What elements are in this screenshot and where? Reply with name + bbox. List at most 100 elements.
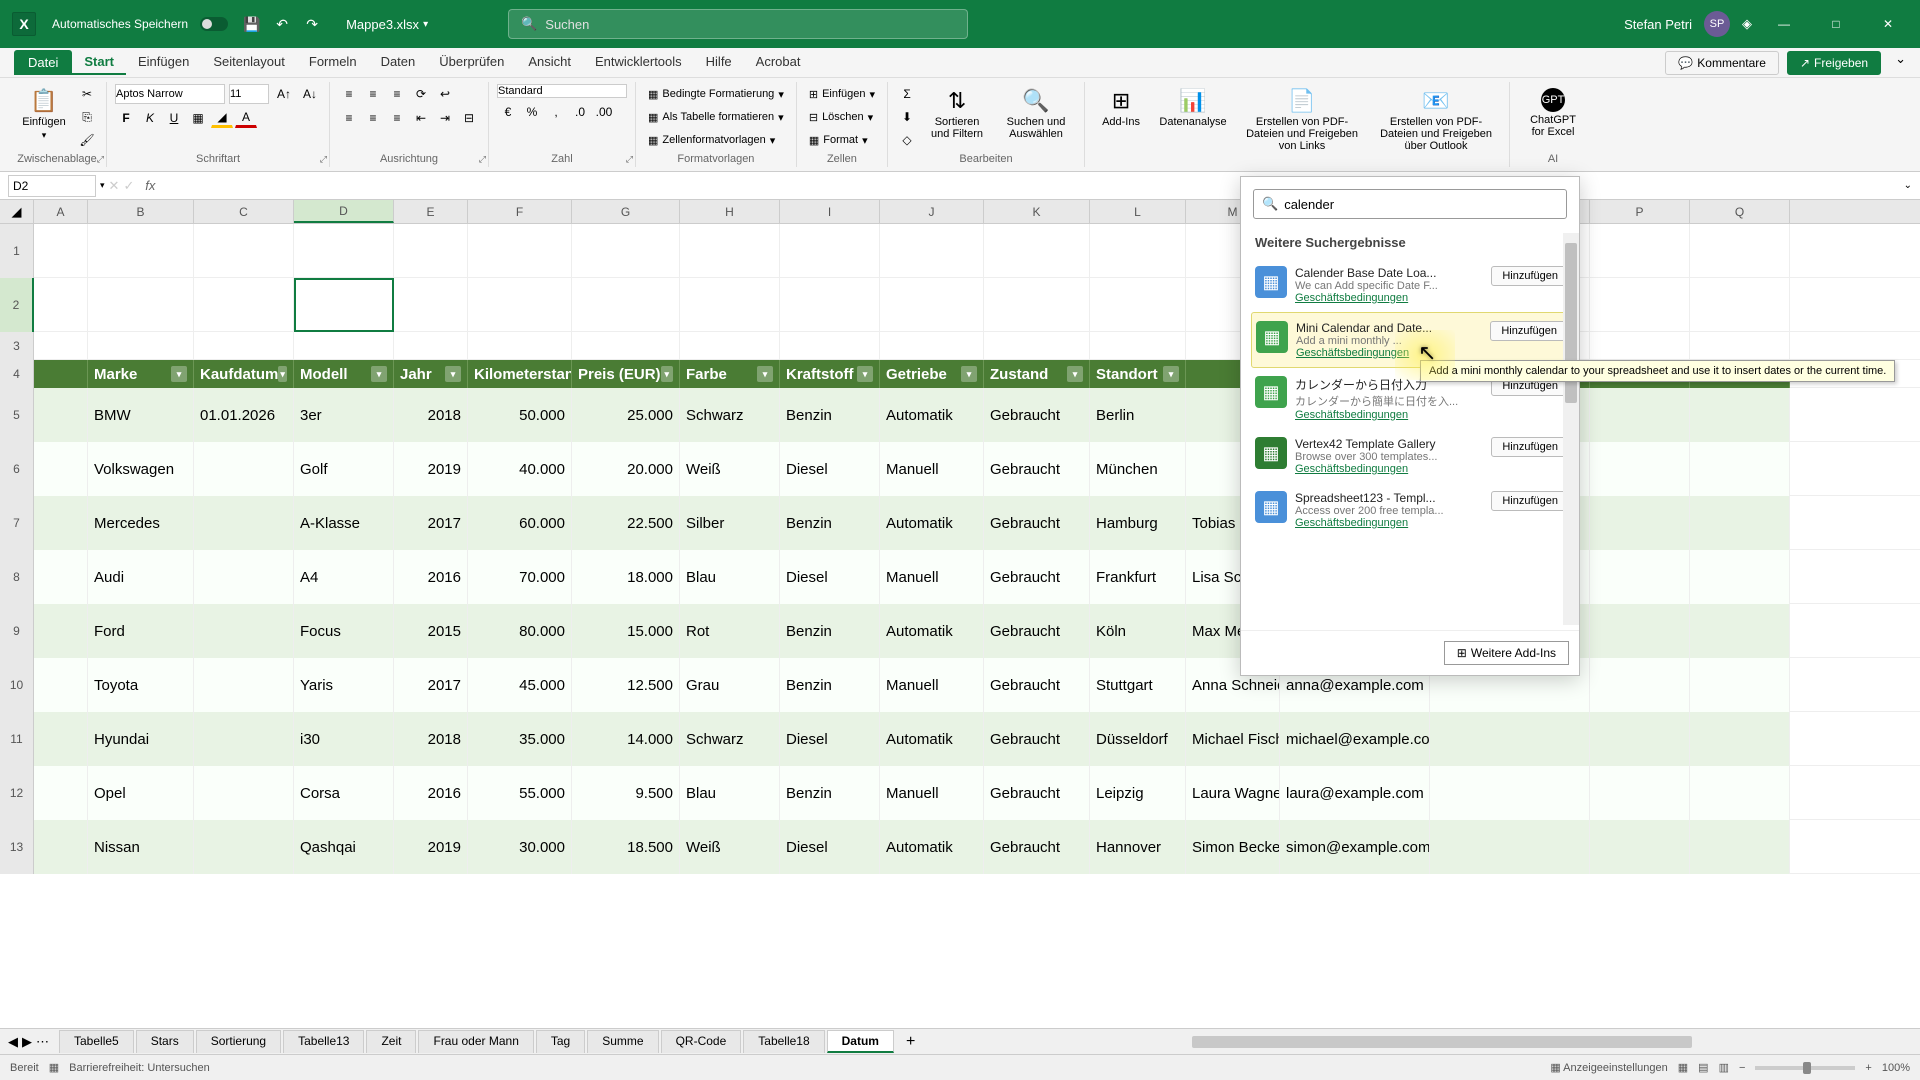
autosave-toggle[interactable]	[200, 17, 228, 31]
cell-F12[interactable]: 55.000	[468, 766, 572, 820]
cell-F9[interactable]: 80.000	[468, 604, 572, 658]
autosum-icon[interactable]: Σ	[896, 84, 918, 104]
filename[interactable]: Mappe3.xlsx	[346, 17, 419, 32]
align-bottom-icon[interactable]: ≡	[386, 84, 408, 104]
align-center-icon[interactable]: ≡	[362, 108, 384, 128]
cell-L3[interactable]	[1090, 332, 1186, 360]
cell-D6[interactable]: Golf	[294, 442, 394, 496]
cell-I10[interactable]: Benzin	[780, 658, 880, 712]
cell-L6[interactable]: München	[1090, 442, 1186, 496]
cell-C2[interactable]	[194, 278, 294, 332]
cell-B5[interactable]: BMW	[88, 388, 194, 442]
cell-Q1[interactable]	[1690, 224, 1790, 278]
cell-L5[interactable]: Berlin	[1090, 388, 1186, 442]
cell-K4[interactable]: Zustand▾	[984, 360, 1090, 388]
cell-I8[interactable]: Diesel	[780, 550, 880, 604]
cell-E5[interactable]: 2018	[394, 388, 468, 442]
sort-filter-button[interactable]: ⇅Sortieren und Filtern	[922, 84, 992, 144]
col-header-D[interactable]: D	[294, 200, 394, 223]
cell-I5[interactable]: Benzin	[780, 388, 880, 442]
cell-Q6[interactable]	[1690, 442, 1790, 496]
align-top-icon[interactable]: ≡	[338, 84, 360, 104]
cell-A4[interactable]	[34, 360, 88, 388]
row-header-7[interactable]: 7	[0, 496, 34, 550]
menu-formeln[interactable]: Formeln	[297, 50, 369, 75]
row-header-13[interactable]: 13	[0, 820, 34, 874]
sheet-tab-stars[interactable]: Stars	[136, 1030, 194, 1053]
cell-L1[interactable]	[1090, 224, 1186, 278]
cell-E7[interactable]: 2017	[394, 496, 468, 550]
cell-E10[interactable]: 2017	[394, 658, 468, 712]
cell-L8[interactable]: Frankfurt	[1090, 550, 1186, 604]
row-header-10[interactable]: 10	[0, 658, 34, 712]
cell-G6[interactable]: 20.000	[572, 442, 680, 496]
cell-D5[interactable]: 3er	[294, 388, 394, 442]
cell-H13[interactable]: Weiß	[680, 820, 780, 874]
filter-chevron-icon[interactable]: ▾	[1163, 366, 1179, 382]
cell-P6[interactable]	[1590, 442, 1690, 496]
cell-H10[interactable]: Grau	[680, 658, 780, 712]
cell-L9[interactable]: Köln	[1090, 604, 1186, 658]
view-layout-icon[interactable]: ▤	[1698, 1061, 1708, 1074]
addin-terms-link[interactable]: Geschäftsbedingungen	[1296, 347, 1482, 359]
col-header-A[interactable]: A	[34, 200, 88, 223]
cell-C1[interactable]	[194, 224, 294, 278]
sheet-next-icon[interactable]: ▶	[22, 1034, 32, 1050]
cell-B2[interactable]	[88, 278, 194, 332]
cell-A5[interactable]	[34, 388, 88, 442]
cell-J2[interactable]	[880, 278, 984, 332]
cell-O12[interactable]	[1430, 766, 1590, 820]
namebox-dropdown-icon[interactable]: ▾	[100, 180, 105, 191]
cell-C12[interactable]	[194, 766, 294, 820]
cell-L10[interactable]: Stuttgart	[1090, 658, 1186, 712]
formula-expand-icon[interactable]: ⌄	[1904, 180, 1912, 191]
cell-P13[interactable]	[1590, 820, 1690, 874]
cell-E6[interactable]: 2019	[394, 442, 468, 496]
cell-Q3[interactable]	[1690, 332, 1790, 360]
menu-acrobat[interactable]: Acrobat	[744, 50, 813, 75]
italic-icon[interactable]: K	[139, 108, 161, 128]
cell-B8[interactable]: Audi	[88, 550, 194, 604]
merge-icon[interactable]: ⊟	[458, 108, 480, 128]
cell-H11[interactable]: Schwarz	[680, 712, 780, 766]
font-size-select[interactable]	[229, 84, 269, 104]
cell-E12[interactable]: 2016	[394, 766, 468, 820]
cell-G9[interactable]: 15.000	[572, 604, 680, 658]
addins-search[interactable]: 🔍	[1253, 189, 1567, 219]
cell-K7[interactable]: Gebraucht	[984, 496, 1090, 550]
filter-chevron-icon[interactable]: ▾	[961, 366, 977, 382]
cell-C10[interactable]	[194, 658, 294, 712]
zoom-out-icon[interactable]: −	[1739, 1062, 1745, 1074]
cell-K5[interactable]: Gebraucht	[984, 388, 1090, 442]
grid[interactable]: ◢ ABCDEFGHIJKLMNOPQ 1234Marke▾Kaufdatum▾…	[0, 200, 1920, 1028]
sheet-tab-frau oder mann[interactable]: Frau oder Mann	[418, 1030, 533, 1053]
format-cells-button[interactable]: ▦ Format ▾	[805, 130, 879, 150]
fx-icon[interactable]: fx	[138, 178, 162, 193]
cell-D10[interactable]: Yaris	[294, 658, 394, 712]
col-header-F[interactable]: F	[468, 200, 572, 223]
display-settings[interactable]: ▦ Anzeigeeinstellungen	[1550, 1061, 1667, 1074]
col-header-B[interactable]: B	[88, 200, 194, 223]
number-format-select[interactable]	[497, 84, 627, 98]
cell-B7[interactable]: Mercedes	[88, 496, 194, 550]
addin-terms-link[interactable]: Geschäftsbedingungen	[1295, 463, 1483, 475]
chatgpt-button[interactable]: GPTChatGPT for Excel	[1518, 84, 1588, 142]
redo-icon[interactable]: ↷	[300, 12, 324, 36]
col-header-H[interactable]: H	[680, 200, 780, 223]
zoom-level[interactable]: 100%	[1882, 1062, 1910, 1074]
cell-P7[interactable]	[1590, 496, 1690, 550]
cell-B3[interactable]	[88, 332, 194, 360]
cell-A2[interactable]	[34, 278, 88, 332]
addin-add-button[interactable]: Hinzufügen	[1490, 321, 1568, 341]
align-left-icon[interactable]: ≡	[338, 108, 360, 128]
dialog-launcher-icon[interactable]: ⤢	[97, 154, 104, 165]
cell-H12[interactable]: Blau	[680, 766, 780, 820]
cell-C11[interactable]	[194, 712, 294, 766]
cell-I1[interactable]	[780, 224, 880, 278]
cell-J1[interactable]	[880, 224, 984, 278]
undo-icon[interactable]: ↶	[270, 12, 294, 36]
cell-P5[interactable]	[1590, 388, 1690, 442]
addin-item[interactable]: ▦ Vertex42 Template Gallery Browse over …	[1251, 429, 1573, 483]
cell-Q13[interactable]	[1690, 820, 1790, 874]
filter-chevron-icon[interactable]: ▾	[661, 366, 673, 382]
